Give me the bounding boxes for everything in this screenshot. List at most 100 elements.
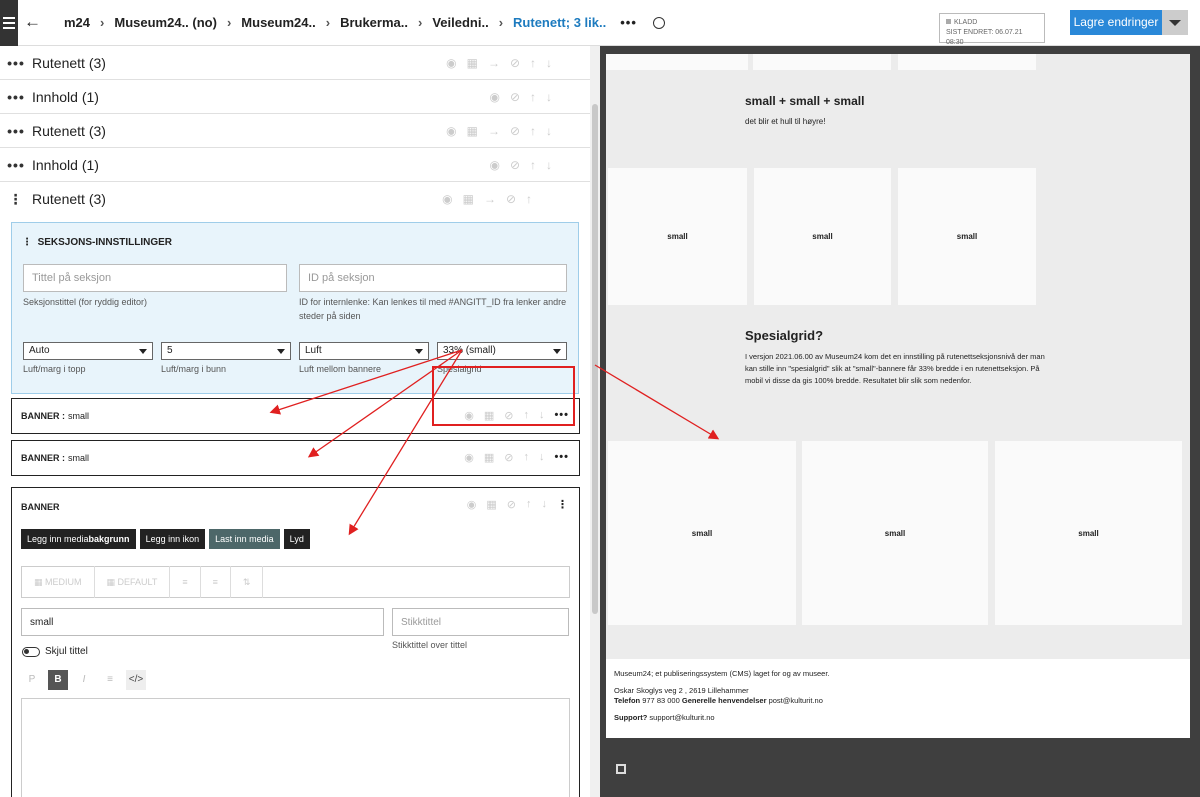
layout-icon[interactable]: ▦ bbox=[463, 192, 474, 206]
bold-button[interactable]: B bbox=[48, 670, 68, 690]
align-center-icon[interactable]: ≡ bbox=[201, 566, 231, 598]
arrow-down-icon[interactable]: ↓ bbox=[542, 498, 548, 511]
scrollbar[interactable] bbox=[590, 46, 600, 797]
list-icon[interactable]: ≡ bbox=[100, 670, 120, 690]
banner-title-input[interactable]: small bbox=[21, 608, 384, 636]
code-icon[interactable]: </> bbox=[126, 670, 146, 690]
section-id-input[interactable]: ID på seksjon bbox=[299, 264, 567, 292]
status-circle-icon[interactable] bbox=[652, 16, 665, 29]
disable-icon[interactable]: ⊘ bbox=[507, 498, 516, 511]
eye-icon[interactable]: ◉ bbox=[464, 451, 474, 464]
arrow-left-icon[interactable]: ← bbox=[24, 12, 41, 32]
align-left-icon[interactable]: ≡ bbox=[170, 566, 201, 598]
hide-title-toggle[interactable]: Skjul tittel bbox=[22, 646, 88, 657]
arrow-up-icon[interactable]: ↑ bbox=[530, 124, 536, 138]
top-margin-select[interactable]: Auto bbox=[23, 342, 153, 360]
preview-paragraph: I versjon 2021.06.00 av Museum24 kom det… bbox=[745, 352, 1045, 385]
more-icon[interactable]: ••• bbox=[620, 15, 637, 30]
stikktittel-input[interactable]: Stikktittel bbox=[392, 608, 569, 636]
breadcrumb-item[interactable]: Museum24.. (no) bbox=[114, 15, 217, 30]
special-grid-select[interactable]: 33% (small) bbox=[437, 342, 567, 360]
paragraph-button[interactable]: P bbox=[22, 670, 42, 690]
section-row-active[interactable]: ⋮ Rutenett (3) ◉ ▦ → ⊘ ↑ bbox=[0, 182, 590, 216]
arrow-down-icon[interactable]: ↓ bbox=[546, 158, 552, 172]
disable-icon[interactable]: ⊘ bbox=[510, 56, 520, 70]
more-icon[interactable]: ••• bbox=[0, 157, 32, 173]
disable-icon[interactable]: ⊘ bbox=[504, 451, 513, 464]
toggle-icon[interactable] bbox=[22, 646, 40, 657]
eye-icon[interactable]: ◉ bbox=[446, 56, 456, 70]
more-icon[interactable]: ••• bbox=[0, 55, 32, 71]
rich-text-editor[interactable] bbox=[21, 698, 570, 797]
arrow-up-icon[interactable]: ↑ bbox=[526, 498, 532, 511]
kebab-icon[interactable]: ⋮ bbox=[557, 498, 569, 511]
arrow-down-icon[interactable]: ↓ bbox=[539, 451, 545, 464]
more-icon[interactable]: ••• bbox=[0, 89, 32, 105]
annotation-highlight bbox=[432, 366, 575, 426]
arrow-up-icon[interactable]: ↑ bbox=[530, 90, 536, 104]
eye-icon[interactable]: ◉ bbox=[489, 158, 499, 172]
layout-icon[interactable]: ▦ bbox=[484, 451, 494, 464]
row-actions: ◉ ▦ → ⊘ ↑ ↓ bbox=[446, 56, 552, 70]
section-row[interactable]: ••• Rutenett (3) ◉ ▦ → ⊘ ↑ ↓ bbox=[0, 46, 590, 80]
add-background-media-button[interactable]: Legg inn mediabakgrunn bbox=[21, 529, 136, 549]
breadcrumb-item[interactable]: Museum24.. bbox=[241, 15, 315, 30]
preview-card: small bbox=[898, 168, 1036, 305]
arrow-down-icon[interactable]: ↓ bbox=[546, 90, 552, 104]
eye-icon[interactable]: ◉ bbox=[489, 90, 499, 104]
layout-icon[interactable]: ▦ bbox=[486, 498, 496, 511]
breadcrumb-item[interactable]: m24 bbox=[64, 15, 90, 30]
arrow-right-icon[interactable]: → bbox=[488, 124, 500, 138]
eye-icon[interactable]: ◉ bbox=[442, 192, 452, 206]
breadcrumb-item[interactable]: Veiledni.. bbox=[432, 15, 488, 30]
more-icon[interactable]: ••• bbox=[554, 451, 569, 464]
preview-subtext: det blir et hull til høyre! bbox=[745, 117, 826, 126]
section-label: Innhold (1) bbox=[32, 88, 99, 105]
section-title-input[interactable]: Tittel på seksjon bbox=[23, 264, 287, 292]
banner-gap-select[interactable]: Luft bbox=[299, 342, 429, 360]
section-label: Rutenett (3) bbox=[32, 191, 106, 207]
eye-icon[interactable]: ◉ bbox=[446, 124, 456, 138]
menu-icon[interactable] bbox=[0, 0, 18, 46]
preview-heading: small + small + small bbox=[745, 94, 865, 108]
arrow-down-icon[interactable]: ↓ bbox=[546, 124, 552, 138]
eye-icon[interactable]: ◉ bbox=[467, 498, 477, 511]
breadcrumb-item[interactable]: Brukerma.. bbox=[340, 15, 408, 30]
upload-media-button[interactable]: Last inn media bbox=[209, 529, 280, 549]
kebab-icon[interactable]: ⋮ bbox=[0, 191, 32, 208]
disable-icon[interactable]: ⊘ bbox=[510, 90, 520, 104]
preview-card-top bbox=[753, 54, 891, 70]
scrollbar-thumb[interactable] bbox=[592, 104, 598, 614]
size-select[interactable]: ▦ MEDIUM bbox=[22, 566, 95, 598]
section-label: Rutenett (3) bbox=[32, 122, 106, 139]
disable-icon[interactable]: ⊘ bbox=[510, 124, 520, 138]
arrow-down-icon[interactable]: ↓ bbox=[546, 56, 552, 70]
section-row[interactable]: ••• Rutenett (3) ◉ ▦ → ⊘ ↑ ↓ bbox=[0, 114, 590, 148]
save-dropdown-button[interactable] bbox=[1162, 10, 1188, 35]
italic-button[interactable]: I bbox=[74, 670, 94, 690]
sort-icon[interactable]: ⇅ bbox=[231, 566, 264, 598]
arrow-up-icon[interactable]: ↑ bbox=[530, 158, 536, 172]
fullscreen-icon[interactable] bbox=[616, 764, 626, 774]
arrow-up-icon[interactable]: ↑ bbox=[523, 451, 529, 464]
arrow-up-icon[interactable]: ↑ bbox=[526, 192, 532, 206]
style-select[interactable]: ▦ DEFAULT bbox=[95, 566, 171, 598]
bottom-margin-select[interactable]: 5 bbox=[161, 342, 291, 360]
section-row[interactable]: ••• Innhold (1) ◉ ⊘ ↑ ↓ bbox=[0, 148, 590, 182]
preview-card-top bbox=[606, 54, 748, 70]
status-badge: KLADD SIST ENDRET: 06.07.21 08:30 bbox=[939, 13, 1045, 46]
arrow-right-icon[interactable]: → bbox=[484, 192, 496, 206]
layout-icon[interactable]: ▦ bbox=[467, 56, 478, 70]
layout-icon[interactable]: ▦ bbox=[467, 124, 478, 138]
disable-icon[interactable]: ⊘ bbox=[506, 192, 516, 206]
banner-row[interactable]: BANNER : small ◉ ▦ ⊘ ↑ ↓ ••• bbox=[11, 440, 580, 476]
arrow-up-icon[interactable]: ↑ bbox=[530, 56, 536, 70]
more-icon[interactable]: ••• bbox=[0, 123, 32, 139]
arrow-right-icon[interactable]: → bbox=[488, 56, 500, 70]
sound-button[interactable]: Lyd bbox=[283, 529, 310, 549]
save-button[interactable]: Lagre endringer bbox=[1070, 10, 1162, 35]
section-row[interactable]: ••• Innhold (1) ◉ ⊘ ↑ ↓ bbox=[0, 80, 590, 114]
disable-icon[interactable]: ⊘ bbox=[510, 158, 520, 172]
add-icon-button[interactable]: Legg inn ikon bbox=[139, 529, 206, 549]
preview-card: small bbox=[754, 168, 891, 305]
